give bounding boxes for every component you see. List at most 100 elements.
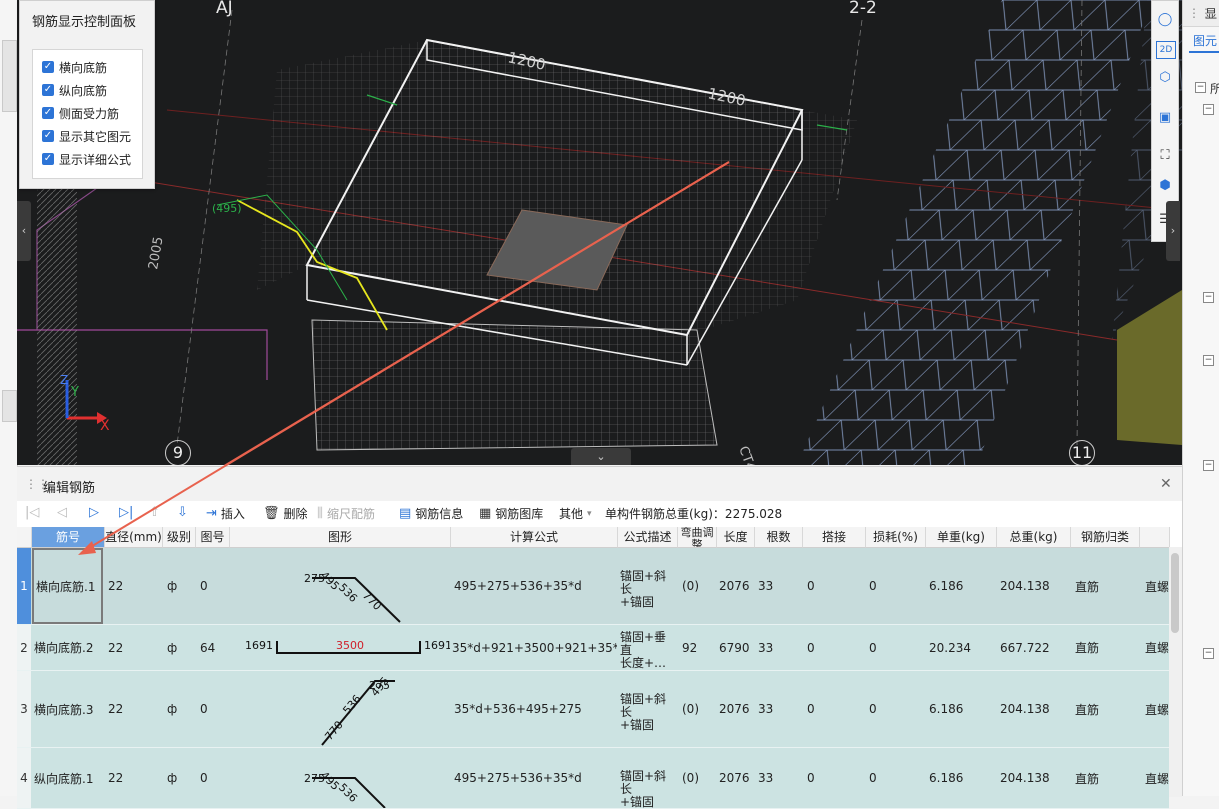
cell-bend-adjust[interactable]: (0) (682, 671, 699, 747)
cell-figure-no[interactable]: 0 (200, 671, 208, 747)
table-row[interactable]: 1 横向底筋.1 22 ф 0 495 275 536 770 495+275+… (17, 548, 1169, 625)
move-down-button[interactable]: ⇩ (177, 505, 192, 520)
collapse-minus-icon[interactable]: − (1203, 355, 1214, 366)
cell-figure-no[interactable]: 0 (200, 748, 208, 808)
right-collapse-icon[interactable]: › (1166, 201, 1180, 261)
cell-grade[interactable]: ф (167, 625, 177, 670)
cell-lap[interactable]: 0 (807, 548, 815, 624)
close-icon[interactable]: ✕ (1160, 476, 1172, 492)
checkbox-checked-icon[interactable]: ✓ (42, 61, 54, 73)
cell-formula-desc[interactable]: 锚固+斜长 +锚固 (620, 570, 678, 609)
cell-loss[interactable]: 0 (869, 671, 877, 747)
cell-unit-weight[interactable]: 20.234 (929, 625, 971, 670)
checkbox-checked-icon[interactable]: ✓ (42, 84, 54, 96)
collapse-minus-icon[interactable]: − (1203, 460, 1214, 471)
delete-button[interactable]: 🗑 删除 (263, 505, 308, 522)
collapse-minus-icon[interactable]: − (1203, 292, 1214, 303)
col-header-diameter[interactable]: 直径(mm) (105, 527, 163, 548)
next-record-button[interactable]: ▷ (89, 505, 103, 520)
scale-rebar-button[interactable]: ⫼ 缩尺配筋 (317, 505, 375, 522)
col-header-figure-no[interactable]: 图号 (196, 527, 230, 548)
box-view-icon[interactable]: ▣ (1156, 109, 1174, 127)
cell-shape[interactable]: 1691 3500 1691 (230, 625, 450, 670)
cell-extra[interactable]: 直螺 (1145, 748, 1169, 808)
cell-diameter[interactable]: 22 (108, 671, 123, 747)
cell-bend-adjust[interactable]: (0) (682, 748, 699, 808)
cell-shape[interactable]: 495 275 536 770 (230, 548, 450, 624)
last-record-button[interactable]: ▷| (119, 505, 137, 520)
cell-loss[interactable]: 0 (869, 625, 877, 670)
checkbox-side-rebar[interactable]: ✓ 侧面受力筋 (42, 104, 119, 122)
cell-grade[interactable]: ф (167, 671, 177, 747)
first-record-button[interactable]: |◁ (25, 505, 43, 520)
cell-extra[interactable]: 直螺 (1145, 548, 1169, 624)
col-header-rebar-no[interactable]: 筋号 (32, 527, 105, 548)
cell-length[interactable]: 2076 (719, 548, 750, 624)
collapse-minus-icon[interactable]: − (1203, 104, 1214, 115)
other-menu-button[interactable]: 其他 ▾ (559, 505, 592, 522)
cell-rebar-name[interactable]: 横向底筋.2 (34, 625, 93, 670)
cell-extra[interactable]: 直螺 (1145, 671, 1169, 747)
cell-formula-desc[interactable]: 锚固+斜长 +锚固 (620, 770, 678, 809)
cell-unit-weight[interactable]: 6.186 (929, 548, 963, 624)
cell-rebar-name[interactable]: 横向底筋.1 (32, 548, 103, 624)
checkbox-show-formula[interactable]: ✓ 显示详细公式 (42, 150, 131, 168)
cell-length[interactable]: 2076 (719, 671, 750, 747)
left-strip-tab[interactable] (2, 40, 17, 112)
cell-diameter[interactable]: 22 (108, 548, 123, 624)
cell-diameter[interactable]: 22 (108, 625, 123, 670)
sphere-view-icon[interactable]: ◯ (1156, 11, 1174, 29)
cell-length[interactable]: 6790 (719, 625, 750, 670)
cell-lap[interactable]: 0 (807, 625, 815, 670)
rebar-library-button[interactable]: ▦ 钢筋图库 (479, 505, 543, 522)
scrollbar-thumb[interactable] (1171, 553, 1179, 633)
cell-rebar-name[interactable]: 横向底筋.3 (34, 671, 93, 747)
cell-count[interactable]: 33 (758, 548, 773, 624)
cell-total-weight[interactable]: 204.138 (1000, 548, 1050, 624)
table-row[interactable]: 2 横向底筋.2 22 ф 64 1691 3500 1691 35*d+921… (17, 625, 1169, 671)
cell-total-weight[interactable]: 667.722 (1000, 625, 1050, 670)
cell-category[interactable]: 直筋 (1075, 671, 1099, 747)
cell-category[interactable]: 直筋 (1075, 548, 1099, 624)
cell-grade[interactable]: ф (167, 748, 177, 808)
2d-view-icon[interactable]: 2D (1156, 41, 1176, 59)
cell-figure-no[interactable]: 64 (200, 625, 215, 670)
table-row[interactable]: 3 横向底筋.3 22 ф 0 275 495 536 770 35*d+536… (17, 671, 1169, 748)
cube-outline-icon[interactable]: ⬢ (1156, 177, 1174, 195)
cell-lap[interactable]: 0 (807, 748, 815, 808)
checkbox-horizontal-bottom[interactable]: ✓ 横向底筋 (42, 58, 107, 76)
3d-cube-icon[interactable]: ⬡ (1156, 69, 1174, 87)
cell-lap[interactable]: 0 (807, 671, 815, 747)
col-header-total-weight[interactable]: 总重(kg) (997, 527, 1071, 548)
col-header-unit-weight[interactable]: 单重(kg) (926, 527, 997, 548)
col-header-shape[interactable]: 图形 (230, 527, 451, 548)
col-header-extra[interactable] (1140, 527, 1170, 548)
col-header-category[interactable]: 钢筋归类 (1071, 527, 1140, 548)
checkbox-checked-icon[interactable]: ✓ (42, 130, 54, 142)
row-number[interactable]: 3 (17, 671, 31, 747)
cell-bend-adjust[interactable]: 92 (682, 625, 697, 670)
3d-viewport[interactable]: 1200 1200 2005 (495) CT4 X Y Z AJ 2-2 9 … (17, 0, 1182, 465)
cell-formula[interactable]: 495+275+536+35*d (454, 748, 582, 808)
tab-elements[interactable]: 图元 (1189, 29, 1219, 53)
cell-formula[interactable]: 35*d+921+3500+921+35*d (452, 625, 617, 670)
cell-formula[interactable]: 35*d+536+495+275 (454, 671, 582, 747)
cell-figure-no[interactable]: 0 (200, 548, 208, 624)
cell-count[interactable]: 33 (758, 671, 773, 747)
cell-total-weight[interactable]: 204.138 (1000, 748, 1050, 808)
cell-count[interactable]: 33 (758, 625, 773, 670)
cell-length[interactable]: 2076 (719, 748, 750, 808)
col-header-count[interactable]: 根数 (755, 527, 803, 548)
checkbox-show-other[interactable]: ✓ 显示其它图元 (42, 127, 131, 145)
checkbox-checked-icon[interactable]: ✓ (42, 153, 54, 165)
collapse-minus-icon[interactable]: − (1195, 82, 1206, 93)
cell-rebar-name[interactable]: 纵向底筋.1 (34, 748, 93, 808)
cell-shape[interactable]: 495 275 536 (230, 748, 450, 808)
cell-total-weight[interactable]: 204.138 (1000, 671, 1050, 747)
col-header-formula[interactable]: 计算公式 (451, 527, 618, 548)
table-row[interactable]: 4 纵向底筋.1 22 ф 0 495 275 536 495+275+536+… (17, 748, 1169, 809)
cell-category[interactable]: 直筋 (1075, 625, 1099, 670)
left-collapse-icon[interactable]: ‹ (17, 201, 31, 261)
checkbox-checked-icon[interactable]: ✓ (42, 107, 54, 119)
prev-record-button[interactable]: ◁ (57, 505, 71, 520)
